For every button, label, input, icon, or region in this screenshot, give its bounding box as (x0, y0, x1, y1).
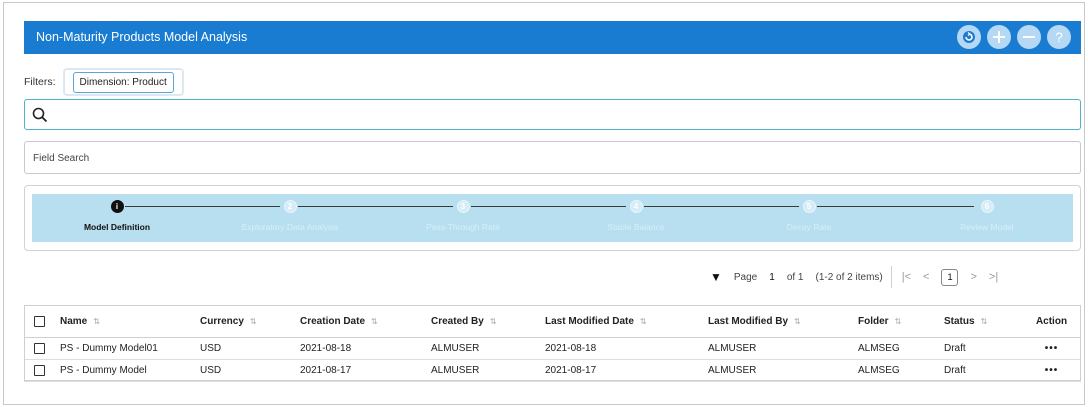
row-checkbox[interactable] (34, 342, 45, 354)
step-number: 2 (283, 200, 297, 213)
filter-chip-label: Dimension: Product (72, 71, 174, 93)
cell-name[interactable]: PS - Dummy Model01 (54, 337, 194, 360)
app-frame: Non-Maturity Products Model Analysis ? F… (3, 2, 1085, 405)
page-header: Non-Maturity Products Model Analysis ? (24, 21, 1081, 54)
page-label: Page (733, 271, 758, 283)
first-page-icon[interactable]: |< (902, 271, 911, 283)
refresh-icon[interactable] (957, 25, 981, 49)
cell-currency: USD (194, 337, 294, 360)
row-actions-icon[interactable]: ••• (1022, 337, 1081, 360)
step-label: Exploratory Data Analysis (241, 222, 339, 232)
sort-icon[interactable]: ⇅ (93, 317, 100, 326)
cell-creation-date: 2021-08-18 (294, 337, 425, 360)
column-header-status[interactable]: Status ⇅ (938, 305, 1022, 338)
sort-icon[interactable]: ⇅ (794, 317, 801, 326)
column-header-last-modified-date[interactable]: Last Modified Date ⇅ (539, 305, 702, 338)
cell-last-modified-by: ALMUSER (702, 337, 852, 360)
column-header-created-by[interactable]: Created By ⇅ (425, 305, 539, 338)
step-number: 4 (629, 200, 643, 213)
sort-icon[interactable]: ⇅ (371, 317, 378, 326)
cell-last-modified-date: 2021-08-17 (539, 359, 702, 382)
prev-page-icon[interactable]: < (923, 271, 929, 283)
last-page-icon[interactable]: >| (989, 271, 998, 283)
step-exploratory-data-analysis[interactable]: 2 Exploratory Data Analysis (205, 200, 375, 232)
pager-divider (890, 266, 892, 288)
filters-row: Filters: Dimension: Product (24, 68, 183, 96)
current-page-input[interactable]: 1 (941, 268, 959, 286)
cell-status: Draft (938, 337, 1022, 360)
cell-name[interactable]: PS - Dummy Model (54, 359, 194, 382)
row-select-cell (24, 359, 54, 382)
filter-chip[interactable]: Dimension: Product (63, 69, 183, 95)
step-model-definition[interactable]: i Model Definition (32, 200, 202, 232)
column-header-currency[interactable]: Currency ⇅ (194, 305, 294, 338)
step-pass-through-rate[interactable]: 3 Pass-Through Rate (378, 200, 548, 232)
cell-status: Draft (938, 359, 1022, 382)
step-stable-balance[interactable]: 4 Stable Balance (551, 200, 721, 232)
help-icon[interactable]: ? (1047, 25, 1071, 49)
step-review-model[interactable]: 6 Review Model (902, 200, 1072, 232)
sort-icon[interactable]: ⇅ (490, 317, 497, 326)
remove-icon[interactable] (1017, 25, 1041, 49)
model-analysis-panel: Non-Maturity Products Model Analysis ? F… (24, 21, 1084, 406)
cell-currency: USD (194, 359, 294, 382)
step-label: Pass-Through Rate (426, 222, 500, 232)
table-row[interactable]: PS - Dummy Model USD 2021-08-17 ALMUSER … (24, 359, 1081, 382)
sort-icon[interactable]: ⇅ (250, 317, 257, 326)
column-header-folder[interactable]: Folder ⇅ (852, 305, 938, 338)
caret-down-icon[interactable]: ▼ (710, 270, 722, 284)
cell-last-modified-date: 2021-08-18 (539, 337, 702, 360)
page-of-label: of 1 (786, 271, 804, 283)
row-select-cell (24, 337, 54, 360)
table-header-row: Name ⇅ Currency ⇅ Creation Date ⇅ Created B… (24, 305, 1081, 338)
page-title: Non-Maturity Products Model Analysis (36, 30, 248, 44)
search-icon (32, 107, 48, 123)
step-label: Decay Rate (786, 222, 832, 232)
cell-creation-date: 2021-08-17 (294, 359, 425, 382)
items-count: (1-2 of 2 items) (815, 271, 883, 283)
column-header-name[interactable]: Name ⇅ (54, 305, 194, 338)
column-header-last-modified-by[interactable]: Last Modified By ⇅ (702, 305, 852, 338)
workflow-stepper: i Model Definition 2 Exploratory Data An… (24, 185, 1081, 251)
sort-icon[interactable]: ⇅ (640, 317, 647, 326)
search-input[interactable] (24, 99, 1081, 130)
step-number: 3 (456, 200, 470, 213)
column-header-creation-date[interactable]: Creation Date ⇅ (294, 305, 425, 338)
pagination-bar: ▼ Page 1 of 1 (1-2 of 2 items) |< < 1 > … (710, 265, 998, 289)
row-actions-icon[interactable]: ••• (1022, 359, 1081, 382)
page-number: 1 (769, 271, 775, 283)
header-toolbar: ? (957, 25, 1071, 49)
models-table: Name ⇅ Currency ⇅ Creation Date ⇅ Created B… (24, 305, 1081, 382)
sort-icon[interactable]: ⇅ (895, 317, 902, 326)
step-label: Model Definition (83, 222, 151, 232)
step-decay-rate[interactable]: 5 Decay Rate (724, 200, 894, 232)
table-row[interactable]: PS - Dummy Model01 USD 2021-08-18 ALMUSE… (24, 337, 1081, 360)
sort-icon[interactable]: ⇅ (981, 317, 988, 326)
select-all-cell (24, 305, 54, 338)
add-icon[interactable] (987, 25, 1011, 49)
field-search-label: Field Search (33, 153, 90, 164)
info-icon: i (110, 200, 124, 213)
cell-folder: ALMSEG (852, 359, 938, 382)
step-label: Stable Balance (607, 222, 665, 232)
step-label: Review Model (960, 222, 1014, 232)
column-header-action: Action (1022, 305, 1081, 338)
step-number: 6 (980, 200, 994, 213)
field-search[interactable]: Field Search (24, 141, 1081, 174)
step-number: 5 (802, 200, 816, 213)
cell-created-by: ALMUSER (425, 359, 539, 382)
cell-created-by: ALMUSER (425, 337, 539, 360)
row-checkbox[interactable] (34, 364, 45, 376)
filters-label: Filters: (24, 76, 56, 88)
cell-folder: ALMSEG (852, 337, 938, 360)
select-all-checkbox[interactable] (34, 315, 45, 327)
next-page-icon[interactable]: > (970, 271, 976, 283)
svg-text:?: ? (1055, 29, 1063, 45)
cell-last-modified-by: ALMUSER (702, 359, 852, 382)
stepper-band: i Model Definition 2 Exploratory Data An… (32, 194, 1073, 242)
